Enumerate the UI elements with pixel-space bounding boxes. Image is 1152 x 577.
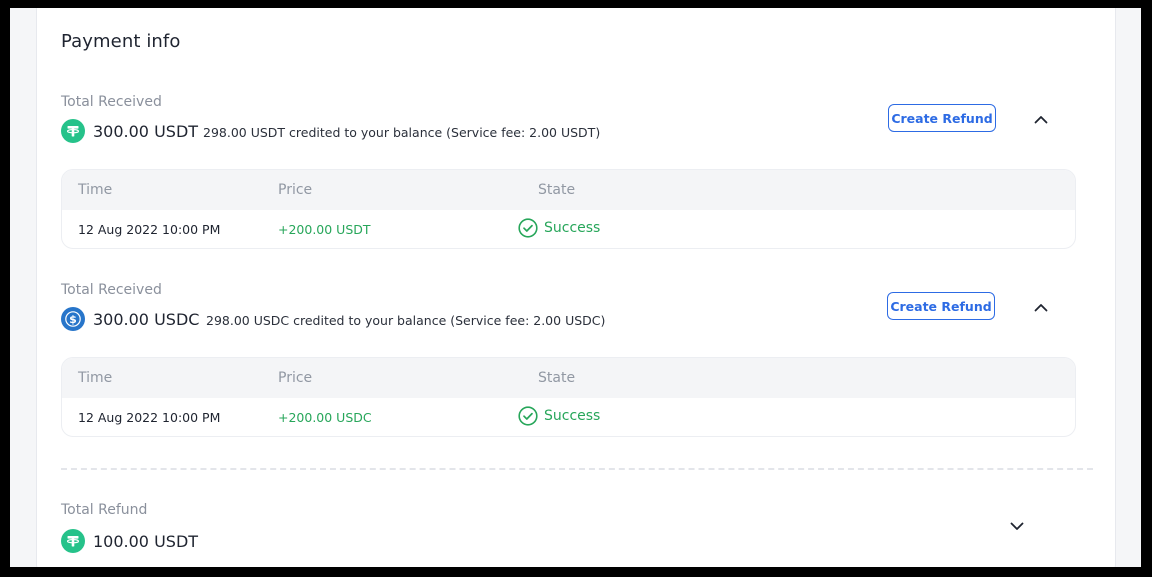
row-price: +200.00 USDC [278,410,372,425]
column-header-price: Price [278,182,313,198]
row-state: Success [518,218,600,238]
transactions-table: Time Price State 12 Aug 2022 10:00 PM +2… [61,169,1076,249]
received-amount: 300.00 USDT [93,122,199,141]
column-header-price: Price [278,370,313,386]
section-divider [61,468,1093,470]
column-header-state: State [538,370,576,386]
column-header-time: Time [78,370,113,386]
transactions-table: Time Price State 12 Aug 2022 10:00 PM +2… [61,357,1076,437]
total-refund-label: Total Refund [61,502,148,518]
usdt-icon [61,119,85,143]
row-time: 12 Aug 2022 10:00 PM [78,410,221,425]
table-header: Time Price State [62,170,1075,210]
check-circle-icon [518,218,538,238]
check-circle-icon [518,406,538,426]
payment-info-card: Payment info Total Received 300.00 USDT … [36,8,1116,567]
collapse-section-button[interactable] [1031,109,1051,129]
expand-refund-button[interactable] [1007,516,1027,536]
create-refund-button[interactable]: Create Refund [888,104,996,132]
chevron-up-icon [1034,303,1048,311]
row-price: +200.00 USDT [278,222,371,237]
received-amount: 300.00 USDC [93,310,200,329]
refund-amount: 100.00 USDT [93,532,199,551]
column-header-state: State [538,182,576,198]
svg-text:$: $ [69,313,77,326]
total-received-label: Total Received [61,282,162,298]
state-label: Success [544,220,601,236]
page-title: Payment info [61,31,181,52]
credit-note: 298.00 USDT credited to your balance (Se… [203,125,601,140]
row-state: Success [518,406,600,426]
state-label: Success [544,408,601,424]
chevron-up-icon [1034,115,1048,123]
total-received-label: Total Received [61,94,162,110]
page-frame: Payment info Total Received 300.00 USDT … [10,8,1141,567]
table-header: Time Price State [62,358,1075,398]
usdc-icon: $ [61,307,85,331]
credit-note: 298.00 USDC credited to your balance (Se… [206,313,606,328]
create-refund-button[interactable]: Create Refund [887,292,995,320]
chevron-down-icon [1010,522,1024,530]
usdt-icon [61,529,85,553]
collapse-section-button[interactable] [1031,297,1051,317]
column-header-time: Time [78,182,113,198]
row-time: 12 Aug 2022 10:00 PM [78,222,221,237]
